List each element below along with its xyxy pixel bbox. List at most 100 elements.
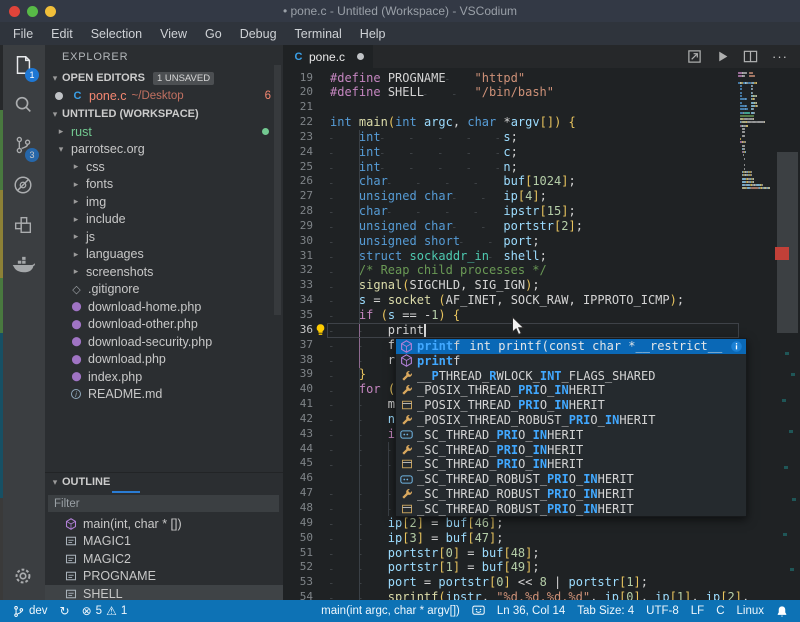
tree-item-download-home.php[interactable]: ⬤download-home.php bbox=[45, 298, 283, 316]
suggest-item[interactable]: _POSIX_THREAD_ROBUST_PRIO_INHERIT bbox=[396, 413, 746, 428]
tab-pone-c[interactable]: C pone.c bbox=[283, 45, 373, 68]
workspace-header[interactable]: ▾ UNTITLED (WORKSPACE) bbox=[45, 105, 283, 123]
debug-disabled-icon[interactable] bbox=[0, 165, 45, 205]
more-actions-icon[interactable]: ··· bbox=[772, 49, 788, 64]
code-line-31[interactable]: 31 struct sockaddr_in shell; bbox=[283, 249, 749, 264]
tree-item-download.php[interactable]: ⬤download.php bbox=[45, 351, 283, 369]
menu-selection[interactable]: Selection bbox=[82, 22, 151, 45]
editor-content[interactable]: 19#define PROGNAME "httpd"20#define SHEL… bbox=[283, 68, 800, 600]
suggest-widget[interactable]: printfint printf(const char *__restrict_… bbox=[395, 338, 747, 517]
tree-item-include[interactable]: ▸include bbox=[45, 211, 283, 229]
outline-item-MAGIC2[interactable]: MAGIC2 bbox=[45, 550, 283, 568]
tree-item-index.php[interactable]: ⬤index.php bbox=[45, 368, 283, 386]
open-editors-header[interactable]: ▾ OPEN EDITORS 1 UNSAVED bbox=[45, 69, 283, 87]
tab-modified-icon[interactable] bbox=[357, 53, 364, 60]
tree-item-css[interactable]: ▸css bbox=[45, 158, 283, 176]
extensions-icon[interactable] bbox=[0, 205, 45, 245]
docker-icon[interactable] bbox=[0, 245, 45, 285]
tree-item-parrotsec.org[interactable]: ▾parrotsec.org bbox=[45, 141, 283, 159]
code-line-26[interactable]: 26 char buf[1024]; bbox=[283, 174, 749, 189]
tree-item-.gitignore[interactable]: ◇.gitignore bbox=[45, 281, 283, 299]
tree-item-screenshots[interactable]: ▸screenshots bbox=[45, 263, 283, 281]
menu-go[interactable]: Go bbox=[196, 22, 231, 45]
outline-item-main(int, char * [])[interactable]: main(int, char * []) bbox=[45, 515, 283, 533]
suggest-item[interactable]: _SC_THREAD_ROBUST_PRIO_INHERIT bbox=[396, 486, 746, 501]
code-line-27[interactable]: 27 unsigned char ip[4]; bbox=[283, 189, 749, 204]
menu-view[interactable]: View bbox=[151, 22, 196, 45]
minimap[interactable] bbox=[738, 72, 778, 191]
outline-item-MAGIC1[interactable]: MAGIC1 bbox=[45, 533, 283, 551]
tree-item-README.md[interactable]: iREADME.md bbox=[45, 386, 283, 404]
encoding-status[interactable]: UTF-8 bbox=[640, 605, 685, 617]
code-line-33[interactable]: 33 signal(SIGCHLD, SIG_IGN); bbox=[283, 278, 749, 293]
open-editor-item[interactable]: C pone.c ~/Desktop 6 bbox=[45, 87, 283, 105]
suggest-item[interactable]: _SC_THREAD_PRIO_INHERIT bbox=[396, 427, 746, 442]
problems-status[interactable]: ⊗5 ⚠1 bbox=[76, 604, 134, 618]
open-changes-icon[interactable] bbox=[687, 49, 702, 64]
feedback-icon[interactable] bbox=[466, 605, 491, 617]
git-branch-status[interactable]: dev bbox=[6, 605, 54, 618]
suggest-item[interactable]: __PTHREAD_RWLOCK_INT_FLAGS_SHARED bbox=[396, 368, 746, 383]
lightbulb-icon[interactable] bbox=[314, 323, 327, 341]
notifications-bell-icon[interactable] bbox=[770, 605, 794, 618]
suggest-item[interactable]: _SC_THREAD_ROBUST_PRIO_INHERIT bbox=[396, 501, 746, 516]
language-status[interactable]: C bbox=[710, 605, 730, 617]
code-line-21[interactable]: 21 bbox=[283, 100, 749, 115]
code-line-34[interactable]: 34 s = socket (AF_INET, SOCK_RAW, IPPROT… bbox=[283, 293, 749, 308]
code-line-23[interactable]: 23 int s; bbox=[283, 130, 749, 145]
explorer-icon[interactable]: 1 bbox=[0, 45, 45, 85]
code-line-30[interactable]: 30 unsigned short port; bbox=[283, 234, 749, 249]
menu-debug[interactable]: Debug bbox=[231, 22, 286, 45]
cursor-position-status[interactable]: Ln 36, Col 14 bbox=[491, 605, 571, 617]
settings-gear-icon[interactable] bbox=[0, 556, 45, 596]
menu-terminal[interactable]: Terminal bbox=[286, 22, 351, 45]
suggest-item[interactable]: printfint printf(const char *__restrict_… bbox=[396, 339, 746, 354]
menu-file[interactable]: File bbox=[4, 22, 42, 45]
code-line-49[interactable]: 49 ip[2] = buf[46]; bbox=[283, 516, 749, 531]
outline-header[interactable]: ▾ OUTLINE bbox=[45, 472, 283, 491]
code-line-50[interactable]: 50 ip[3] = buf[47]; bbox=[283, 531, 749, 546]
tree-item-download-other.php[interactable]: ⬤download-other.php bbox=[45, 316, 283, 334]
sync-status[interactable]: ↻ bbox=[54, 604, 76, 618]
suggest-item[interactable]: _POSIX_THREAD_PRIO_INHERIT bbox=[396, 383, 746, 398]
tree-item-languages[interactable]: ▸languages bbox=[45, 246, 283, 264]
search-icon[interactable] bbox=[0, 85, 45, 125]
code-line-19[interactable]: 19#define PROGNAME "httpd" bbox=[283, 71, 749, 86]
editor-scrollbar[interactable] bbox=[777, 152, 798, 333]
tree-item-img[interactable]: ▸img bbox=[45, 193, 283, 211]
suggest-item[interactable]: _POSIX_THREAD_PRIO_INHERIT bbox=[396, 398, 746, 413]
code-line-25[interactable]: 25 int n; bbox=[283, 160, 749, 175]
suggest-item[interactable]: _SC_THREAD_PRIO_INHERIT bbox=[396, 457, 746, 472]
suggest-item[interactable]: printf bbox=[396, 354, 746, 369]
code-line-53[interactable]: 53 port = portstr[0] << 8 | portstr[1]; bbox=[283, 575, 749, 590]
code-line-29[interactable]: 29 unsigned char portstr[2]; bbox=[283, 219, 749, 234]
eol-status[interactable]: LF bbox=[685, 605, 710, 617]
suggest-item[interactable]: _SC_THREAD_ROBUST_PRIO_INHERIT bbox=[396, 472, 746, 487]
menu-help[interactable]: Help bbox=[351, 22, 395, 45]
code-line-20[interactable]: 20#define SHELL "/bin/bash" bbox=[283, 85, 749, 100]
split-editor-icon[interactable] bbox=[743, 49, 758, 64]
outline-filter-input[interactable]: Filter bbox=[48, 495, 279, 512]
code-line-51[interactable]: 51 portstr[0] = buf[48]; bbox=[283, 546, 749, 561]
tree-item-fonts[interactable]: ▸fonts bbox=[45, 176, 283, 194]
menu-edit[interactable]: Edit bbox=[42, 22, 82, 45]
php-file-icon: ⬤ bbox=[70, 354, 83, 365]
code-line-32[interactable]: 32 /* Reap child processes */ bbox=[283, 263, 749, 278]
outline-item-PROGNAME[interactable]: PROGNAME bbox=[45, 568, 283, 586]
suggest-item[interactable]: _SC_THREAD_PRIO_INHERIT bbox=[396, 442, 746, 457]
code-line-22[interactable]: 22int main(int argc, char *argv[]) { bbox=[283, 115, 749, 130]
sidebar-scrollbar[interactable] bbox=[274, 65, 281, 315]
code-line-52[interactable]: 52 portstr[1] = buf[49]; bbox=[283, 560, 749, 575]
code-line-54[interactable]: 54 sprintf(ipstr, "%d.%d.%d.%d", ip[0], … bbox=[283, 590, 749, 600]
run-icon[interactable] bbox=[716, 50, 729, 63]
tree-item-rust[interactable]: ▸rust bbox=[45, 123, 283, 141]
os-status[interactable]: Linux bbox=[731, 605, 771, 617]
info-icon[interactable] bbox=[730, 340, 743, 353]
symbol-status[interactable]: main(int argc, char * argv[]) bbox=[315, 605, 466, 617]
indentation-status[interactable]: Tab Size: 4 bbox=[571, 605, 640, 617]
code-line-24[interactable]: 24 int c; bbox=[283, 145, 749, 160]
tree-item-js[interactable]: ▸js bbox=[45, 228, 283, 246]
source-control-icon[interactable]: 3 bbox=[0, 125, 45, 165]
tree-item-download-security.php[interactable]: ⬤download-security.php bbox=[45, 333, 283, 351]
code-line-28[interactable]: 28 char ipstr[15]; bbox=[283, 204, 749, 219]
